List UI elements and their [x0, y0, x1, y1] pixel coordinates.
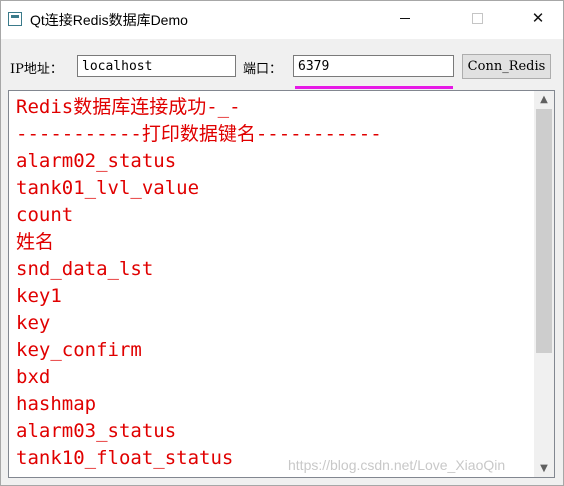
main-window: Qt连接Redis数据库Demo ✕ IP地址： localhost 端口： 6…: [0, 0, 564, 486]
log-line: count: [16, 204, 74, 226]
ip-input[interactable]: localhost: [77, 55, 236, 77]
log-lines: Redis数据库连接成功-_- -----------打印数据键名--------…: [16, 94, 531, 472]
window-title: Qt连接Redis数据库Demo: [30, 12, 188, 28]
highlight-underline: [295, 86, 453, 89]
maximize-button[interactable]: [454, 1, 500, 35]
ip-label: IP地址：: [10, 62, 63, 77]
log-text-area[interactable]: Redis数据库连接成功-_- -----------打印数据键名--------…: [8, 90, 555, 478]
log-line: bxd: [16, 366, 51, 388]
log-line: alarm03_status: [16, 420, 177, 442]
vertical-scrollbar[interactable]: ▲ ▼: [534, 91, 554, 477]
watermark: https://blog.csdn.net/Love_XiaoQin: [288, 457, 506, 473]
app-icon: [8, 12, 22, 26]
log-line: hashmap: [16, 393, 97, 415]
log-line: Redis数据库连接成功-_-: [16, 96, 241, 118]
log-line: key: [16, 312, 51, 334]
log-line: alarm02_status: [16, 150, 177, 172]
close-button[interactable]: ✕: [515, 1, 561, 35]
scroll-down-arrow-icon[interactable]: ▼: [534, 460, 554, 477]
connect-redis-button[interactable]: Conn_Redis: [462, 54, 551, 79]
scroll-up-arrow-icon[interactable]: ▲: [534, 91, 554, 108]
scroll-thumb[interactable]: [536, 109, 552, 353]
log-line: -----------打印数据键名-----------: [16, 123, 382, 145]
log-line: key_confirm: [16, 339, 142, 361]
log-line: 姓名: [16, 231, 55, 253]
minimize-button[interactable]: [382, 1, 428, 35]
log-line: key1: [16, 285, 62, 307]
close-icon: ✕: [531, 8, 545, 27]
title-bar[interactable]: Qt连接Redis数据库Demo ✕: [1, 1, 563, 39]
log-line: snd_data_lst: [16, 258, 154, 280]
port-label: 端口：: [243, 62, 283, 77]
log-line: tank01_lvl_value: [16, 177, 200, 199]
port-input[interactable]: 6379: [293, 55, 454, 77]
